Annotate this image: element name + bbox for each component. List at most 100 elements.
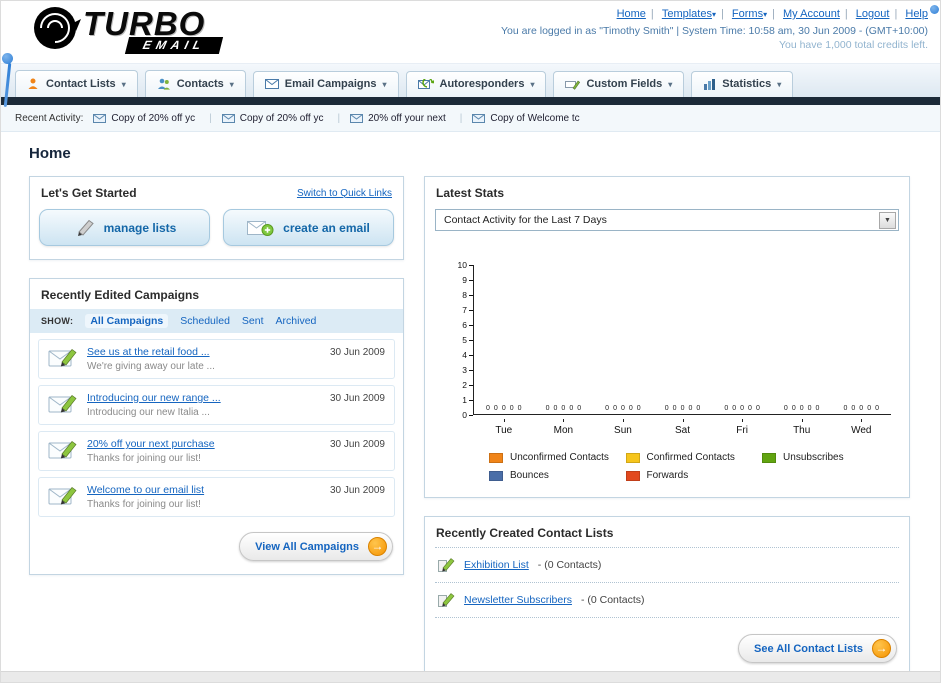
switch-quick-links-link[interactable]: Switch to Quick Links — [297, 188, 392, 199]
latest-stats-title: Latest Stats — [436, 186, 505, 200]
tab-custom-fields[interactable]: Custom Fields — [553, 71, 685, 97]
campaign-date: 30 Jun 2009 — [329, 347, 385, 358]
tab-contacts[interactable]: Contacts — [144, 70, 246, 97]
campaign-list-item: 20% off your next purchase Thanks for jo… — [38, 431, 395, 471]
chart-value-labels: 00000 00000 00000 00000 00000 00000 00000 — [474, 405, 891, 412]
chart-x-label: Sat — [653, 419, 713, 436]
chart-x-label: Tue — [474, 419, 534, 436]
get-started-title: Let's Get Started — [41, 186, 137, 200]
arrow-right-icon — [368, 537, 387, 556]
recent-activity-item[interactable]: Copy of 20% off yc — [93, 113, 211, 124]
legend-item: Unsubscribes — [762, 452, 899, 463]
manage-lists-button[interactable]: manage lists — [39, 209, 210, 246]
tab-email-campaigns[interactable]: Email Campaigns — [252, 71, 399, 97]
footer-bar — [1, 671, 940, 682]
chart-y-tick: 10 — [458, 261, 473, 269]
recent-activity-item[interactable]: Copy of 20% off yc — [221, 113, 340, 124]
chevron-down-icon — [668, 78, 672, 90]
campaign-subtitle: Thanks for joining our list! — [87, 499, 201, 510]
top-header: TURBO EMAIL Home Templates Forms My Acco… — [1, 1, 940, 63]
chart-y-tick: 7 — [462, 306, 473, 314]
nav-link-forms[interactable]: Forms — [732, 8, 767, 20]
filter-all-campaigns[interactable]: All Campaigns — [85, 314, 169, 328]
chart-value-group: 00000 — [486, 405, 522, 412]
contact-list-item: Newsletter Subscribers - (0 Contacts) — [425, 583, 909, 617]
view-all-campaigns-button[interactable]: View All Campaigns — [239, 532, 393, 561]
logo-secondary-text: EMAIL — [124, 37, 224, 54]
filter-archived[interactable]: Archived — [276, 315, 317, 327]
legend-item: Unconfirmed Contacts — [489, 452, 626, 463]
page-title: Home — [29, 145, 71, 162]
capture-marker-right — [930, 5, 939, 14]
arrow-right-icon — [872, 639, 891, 658]
nav-divider-bar — [1, 97, 940, 105]
capture-marker-left — [2, 53, 13, 64]
legend-swatch — [489, 470, 503, 481]
nav-link-logout[interactable]: Logout — [856, 8, 890, 20]
list-edit-icon — [438, 558, 455, 572]
recent-campaigns-panel: Recently Edited Campaigns SHOW: All Camp… — [29, 278, 404, 575]
credits-text: You have 1,000 total credits left. — [778, 39, 928, 51]
chart-plot-area: 00000 00000 00000 00000 00000 00000 00000 — [473, 265, 891, 415]
campaigns-panel-title: Recently Edited Campaigns — [41, 288, 200, 302]
legend-item: Bounces — [489, 470, 626, 481]
contact-list-link[interactable]: Newsletter Subscribers — [464, 594, 572, 606]
latest-stats-panel: Latest Stats Contact Activity for the La… — [424, 176, 910, 498]
filter-scheduled[interactable]: Scheduled — [180, 315, 230, 327]
stats-period-select[interactable]: Contact Activity for the Last 7 Days — [435, 209, 899, 231]
legend-swatch — [625, 452, 640, 463]
campaign-list-item: Introducing our new range ... Introducin… — [38, 385, 395, 425]
chart-y-tick: 8 — [462, 291, 473, 299]
logo-primary-text: TURBO — [83, 5, 206, 42]
chart-x-label: Mon — [534, 419, 594, 436]
contact-list-link[interactable]: Exhibition List — [464, 559, 529, 571]
chart-y-tick: 2 — [462, 381, 473, 389]
nav-link-templates[interactable]: Templates — [662, 8, 716, 20]
create-email-button[interactable]: create an email — [223, 209, 394, 246]
campaign-edit-icon — [48, 395, 77, 413]
campaign-title-link[interactable]: Introducing our new range ... — [87, 392, 321, 404]
envelope-icon — [93, 113, 107, 123]
campaign-edit-icon — [48, 487, 77, 505]
chart-x-labels: Tue Mon Sun Sat Fri Thu Wed — [474, 419, 891, 436]
chart-legend: Unconfirmed Contacts Confirmed Contacts Un… — [425, 440, 909, 497]
tab-autoresponders[interactable]: Autoresponders — [405, 71, 547, 97]
envelope-icon — [472, 113, 486, 123]
campaign-edit-icon — [48, 441, 77, 459]
campaign-title-link[interactable]: See us at the retail food ... — [87, 346, 321, 358]
campaign-title-link[interactable]: Welcome to our email list — [87, 484, 321, 496]
campaign-subtitle: Thanks for joining our list! — [87, 453, 201, 464]
main-content: Home Let's Get Started Switch to Quick L… — [1, 132, 940, 683]
tab-statistics[interactable]: Statistics — [691, 71, 794, 97]
recent-activity-item[interactable]: 20% off your next — [350, 113, 462, 124]
filter-sent[interactable]: Sent — [242, 315, 264, 327]
nav-link-my-account[interactable]: My Account — [783, 8, 840, 20]
recent-activity-item[interactable]: Copy of Welcome tc — [472, 113, 580, 124]
chart-y-tick: 5 — [462, 336, 473, 344]
chart-y-axis: 10 9 8 7 6 5 4 3 2 1 0 — [447, 261, 473, 419]
campaign-title-link[interactable]: 20% off your next purchase — [87, 438, 321, 450]
contact-lists-title: Recently Created Contact Lists — [436, 526, 614, 540]
login-status-text: You are logged in as "Timothy Smith" | S… — [501, 25, 928, 37]
chart-x-label: Fri — [712, 419, 772, 436]
chart-value-group: 00000 — [605, 405, 641, 412]
chevron-down-icon — [230, 78, 234, 90]
chart-y-tick: 6 — [462, 321, 473, 329]
chart-x-label: Sun — [593, 419, 653, 436]
campaign-list-item: See us at the retail food ... We're givi… — [38, 339, 395, 379]
tab-contact-lists[interactable]: Contact Lists — [15, 70, 138, 97]
contact-activity-chart: 10 9 8 7 6 5 4 3 2 1 0 000000000000000000000000000… — [425, 239, 909, 440]
chart-y-tick: 3 — [462, 366, 473, 374]
main-nav-tabs: Contact Lists Contacts Email Campaigns A… — [1, 63, 940, 97]
chart-x-label: Thu — [772, 419, 832, 436]
app-logo: TURBO EMAIL — [33, 5, 224, 63]
recent-contact-lists-panel: Recently Created Contact Lists Exhibitio… — [424, 516, 910, 677]
nav-link-home[interactable]: Home — [617, 8, 646, 20]
see-all-contact-lists-button[interactable]: See All Contact Lists — [737, 634, 897, 663]
campaign-date: 30 Jun 2009 — [329, 485, 385, 496]
nav-link-help[interactable]: Help — [905, 8, 928, 20]
chart-y-tick: 4 — [462, 351, 473, 359]
stats-period-value: Contact Activity for the Last 7 Days — [444, 214, 607, 226]
campaign-date: 30 Jun 2009 — [329, 439, 385, 450]
envelope-plus-icon — [247, 220, 274, 236]
